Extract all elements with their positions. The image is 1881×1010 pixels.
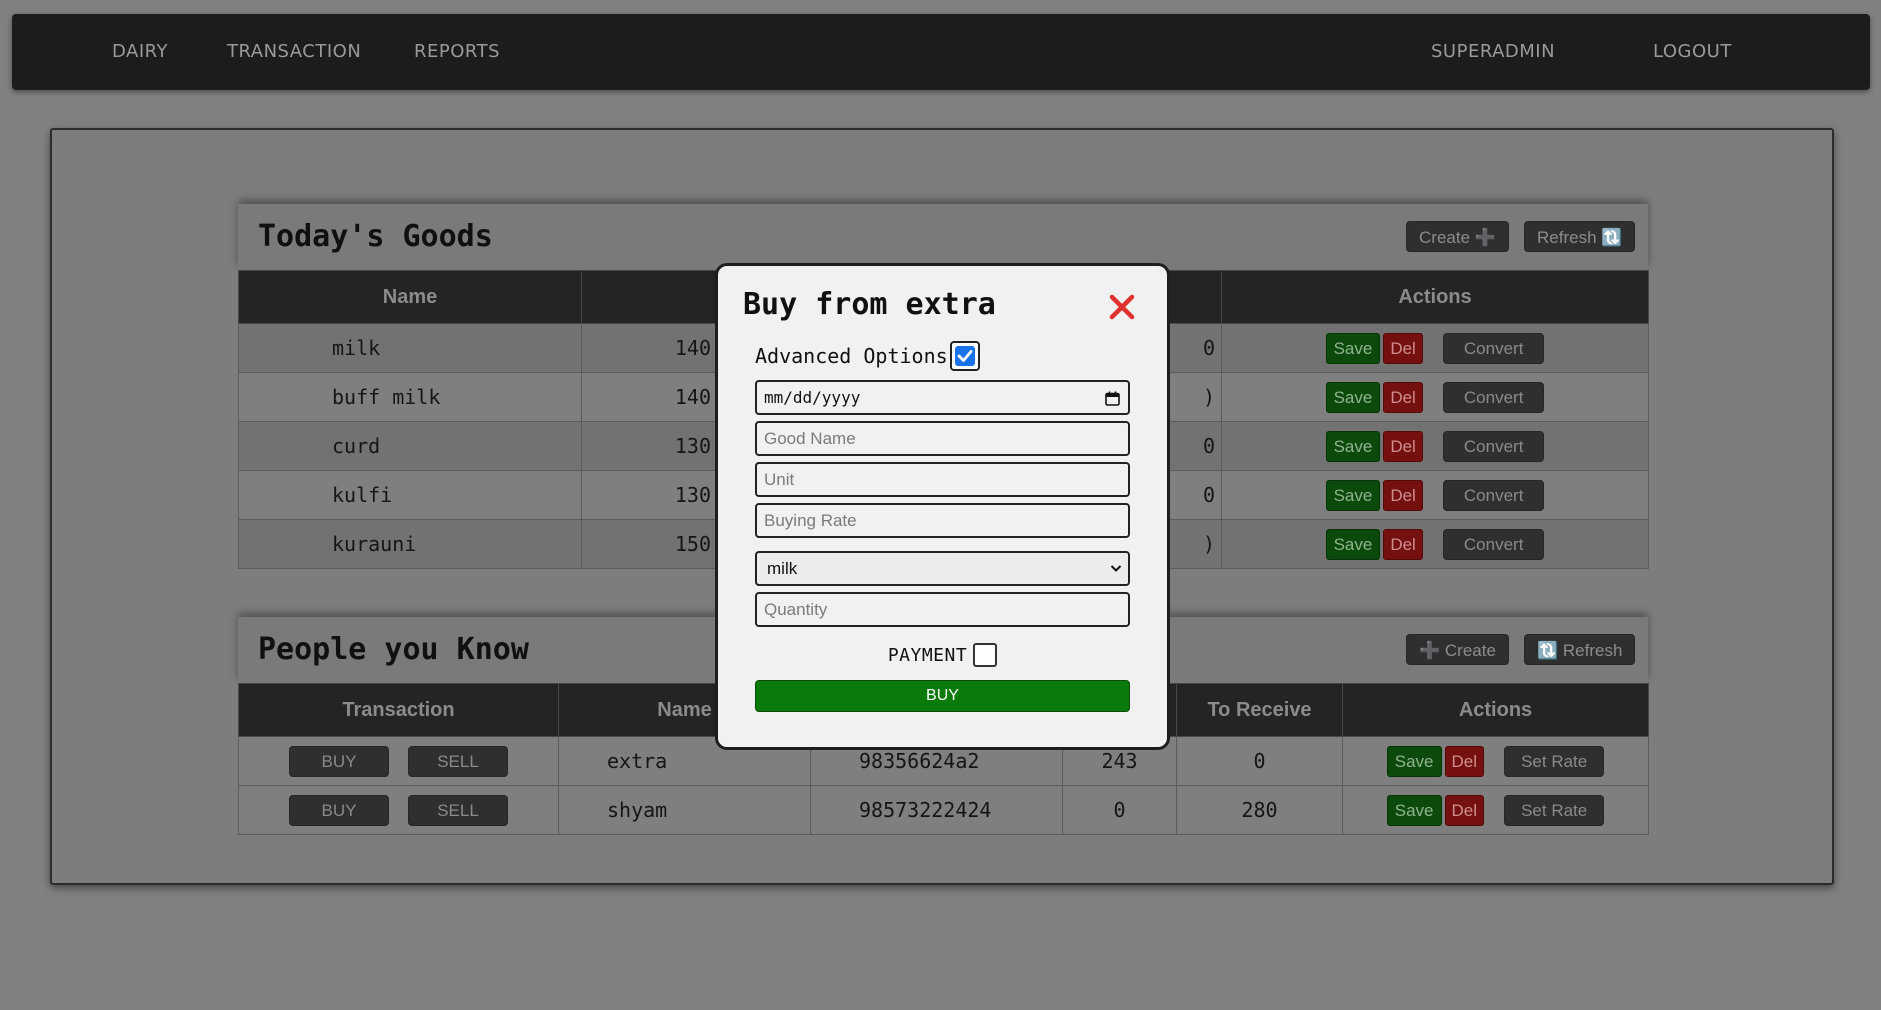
- people-create-button[interactable]: ➕ Create: [1406, 634, 1509, 665]
- buy-button[interactable]: BUY: [288, 794, 389, 826]
- quantity-input[interactable]: Quantity: [755, 592, 1130, 627]
- logout-link[interactable]: LOGOUT: [1653, 14, 1732, 90]
- column-header-to-receive: To Receive: [1176, 683, 1343, 737]
- transaction-cell: BUY SELL: [238, 736, 559, 786]
- set-rate-button[interactable]: Set Rate: [1504, 794, 1605, 826]
- payment-checkbox[interactable]: [973, 643, 998, 667]
- good-name: kulfi: [238, 470, 582, 520]
- delete-button[interactable]: Del: [1383, 332, 1423, 364]
- person-to-receive: 280: [1176, 785, 1343, 835]
- column-header-transaction: Transaction: [238, 683, 559, 737]
- save-button[interactable]: Save: [1325, 381, 1381, 413]
- goods-create-button[interactable]: Create ➕: [1406, 221, 1509, 252]
- sell-button[interactable]: SELL: [408, 745, 509, 777]
- good-name-input[interactable]: Good Name: [755, 421, 1130, 456]
- unit-input[interactable]: Unit: [755, 462, 1130, 497]
- good-select-value: milk: [767, 558, 798, 578]
- good-value: 140: [581, 323, 718, 373]
- good-value: 150: [581, 519, 718, 569]
- goods-refresh-button[interactable]: Refresh 🔃: [1524, 221, 1636, 252]
- unit-placeholder: Unit: [764, 469, 795, 489]
- chevron-down-icon: [1110, 565, 1122, 572]
- row-actions: Save Del Convert: [1221, 372, 1649, 422]
- delete-button[interactable]: Del: [1383, 479, 1423, 511]
- person-name: shyam: [558, 785, 811, 835]
- column-header-actions: Actions: [1221, 270, 1649, 324]
- buy-button[interactable]: BUY: [288, 745, 389, 777]
- delete-button[interactable]: Del: [1383, 528, 1423, 560]
- good-name-placeholder: Good Name: [764, 428, 856, 448]
- row-actions: Save Del Convert: [1221, 421, 1649, 471]
- person-to-receive: 0: [1176, 736, 1343, 786]
- date-input[interactable]: mm/dd/yyyy: [755, 380, 1130, 415]
- people-refresh-button[interactable]: 🔃 Refresh: [1524, 634, 1636, 665]
- row-actions: Save Del Convert: [1221, 323, 1649, 373]
- delete-button[interactable]: Del: [1444, 794, 1485, 826]
- table-row: BUY SELL shyam 98573222424 0 280 Save Del…: [238, 785, 1649, 835]
- column-header-actions: Actions: [1342, 683, 1649, 737]
- column-header: [581, 270, 718, 324]
- buy-modal: Buy from extra Advanced Options mm/dd/yy…: [715, 263, 1170, 750]
- save-button[interactable]: Save: [1325, 528, 1381, 560]
- sell-button[interactable]: SELL: [408, 794, 509, 826]
- column-header-name: Name: [238, 270, 582, 324]
- convert-button[interactable]: Convert: [1442, 381, 1545, 413]
- people-title: People you Know: [258, 632, 529, 667]
- good-value: 130: [581, 421, 718, 471]
- convert-button[interactable]: Convert: [1442, 430, 1545, 462]
- delete-button[interactable]: Del: [1383, 430, 1423, 462]
- good-name: curd: [238, 421, 582, 471]
- advanced-options-label: Advanced Options: [755, 344, 948, 368]
- buy-submit-button[interactable]: BUY: [755, 680, 1130, 712]
- top-navbar: DAIRY TRANSACTION REPORTS SUPERADMIN LOG…: [12, 14, 1870, 90]
- modal-title: Buy from extra: [743, 287, 996, 322]
- advanced-options-row: Advanced Options: [755, 340, 980, 372]
- delete-button[interactable]: Del: [1383, 381, 1423, 413]
- person-phone: 98573222424: [810, 785, 1063, 835]
- good-select[interactable]: milk: [755, 551, 1130, 586]
- calendar-icon[interactable]: [1105, 391, 1120, 406]
- goods-title: Today's Goods: [258, 219, 493, 254]
- convert-button[interactable]: Convert: [1442, 479, 1545, 511]
- transaction-cell: BUY SELL: [238, 785, 559, 835]
- save-button[interactable]: Save: [1325, 332, 1381, 364]
- buying-rate-input[interactable]: Buying Rate: [755, 503, 1130, 538]
- person-to-give: 0: [1062, 785, 1177, 835]
- payment-label: PAYMENT: [887, 644, 968, 666]
- date-placeholder: mm/dd/yyyy: [764, 388, 861, 407]
- save-button[interactable]: Save: [1386, 794, 1442, 826]
- nav-transaction[interactable]: TRANSACTION: [227, 14, 361, 90]
- close-icon[interactable]: [1109, 294, 1135, 320]
- nav-user[interactable]: SUPERADMIN: [1431, 14, 1555, 90]
- row-actions: Save Del Set Rate: [1342, 736, 1649, 786]
- quantity-placeholder: Quantity: [764, 599, 828, 619]
- good-value: 130: [581, 470, 718, 520]
- save-button[interactable]: Save: [1386, 745, 1442, 777]
- row-actions: Save Del Set Rate: [1342, 785, 1649, 835]
- good-value: 140: [581, 372, 718, 422]
- advanced-options-checkbox[interactable]: [949, 341, 980, 371]
- row-actions: Save Del Convert: [1221, 470, 1649, 520]
- save-button[interactable]: Save: [1325, 479, 1381, 511]
- good-name: buff milk: [238, 372, 582, 422]
- check-icon: [957, 350, 973, 362]
- convert-button[interactable]: Convert: [1442, 528, 1545, 560]
- set-rate-button[interactable]: Set Rate: [1504, 745, 1605, 777]
- delete-button[interactable]: Del: [1444, 745, 1485, 777]
- payment-row: PAYMENT: [718, 642, 1167, 668]
- convert-button[interactable]: Convert: [1442, 332, 1545, 364]
- nav-dairy[interactable]: DAIRY: [112, 14, 168, 90]
- good-name: milk: [238, 323, 582, 373]
- row-actions: Save Del Convert: [1221, 519, 1649, 569]
- nav-reports[interactable]: REPORTS: [414, 14, 500, 90]
- good-name: kurauni: [238, 519, 582, 569]
- buying-rate-placeholder: Buying Rate: [764, 510, 857, 530]
- save-button[interactable]: Save: [1325, 430, 1381, 462]
- goods-header: Today's Goods Create ➕ Refresh 🔃: [238, 204, 1648, 270]
